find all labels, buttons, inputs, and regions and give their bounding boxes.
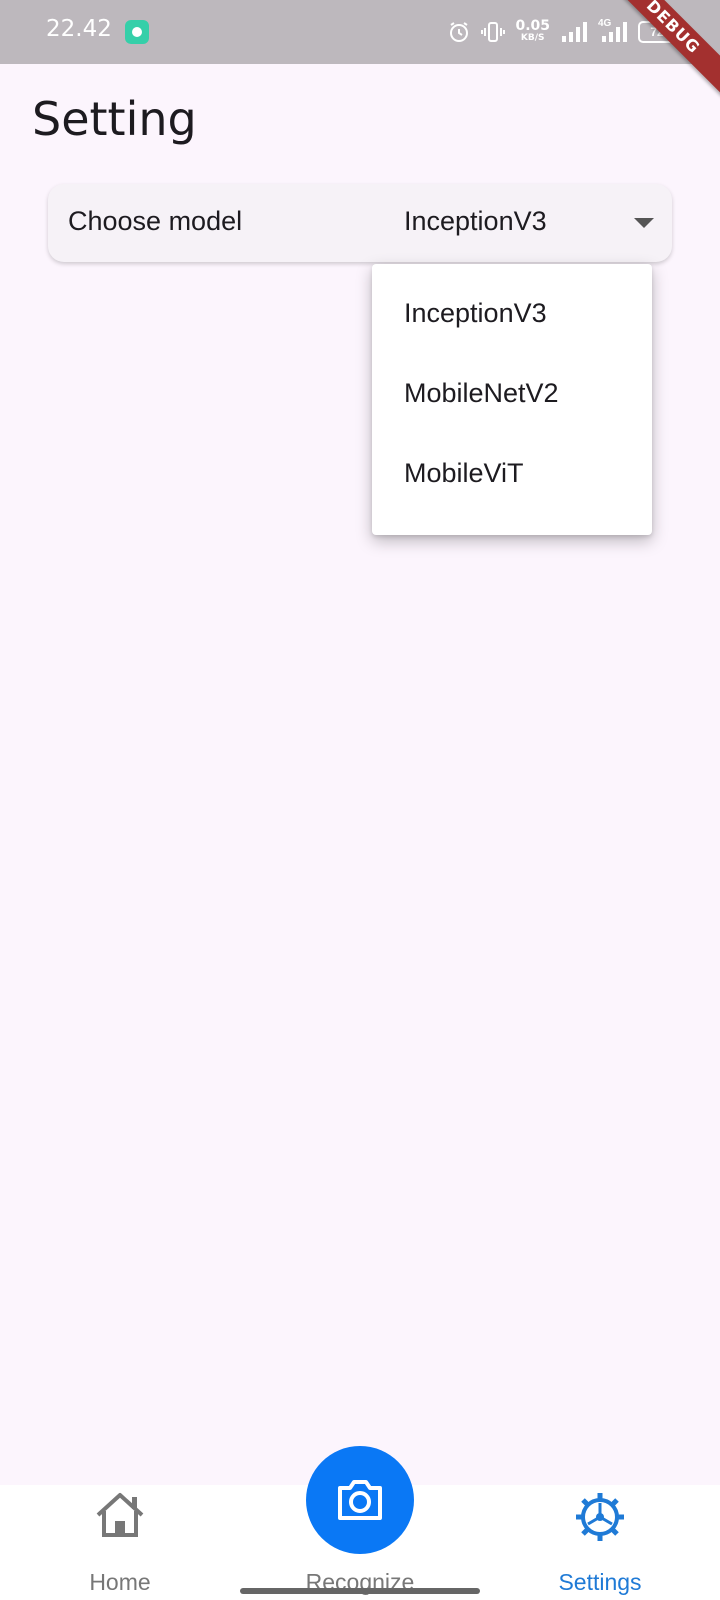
- model-option-label: MobileViT: [404, 458, 524, 488]
- home-indicator[interactable]: [240, 1588, 480, 1594]
- model-option-mobilenetv2[interactable]: MobileNetV2: [372, 354, 652, 434]
- app-notification-icon: [125, 20, 149, 44]
- nav-home-label: Home: [89, 1569, 151, 1595]
- choose-model-label: Choose model: [68, 206, 243, 236]
- status-time: 22.42: [46, 16, 112, 42]
- dropdown-arrow-icon: [634, 218, 654, 228]
- model-option-mobilevit[interactable]: MobileViT: [372, 434, 652, 514]
- model-option-label: InceptionV3: [404, 298, 547, 328]
- signal-4g-icon: 4G: [598, 18, 628, 44]
- status-bar: 22.42 0.05 KB/S 4G 72: [0, 0, 720, 64]
- model-setting-card: Choose model InceptionV3: [48, 184, 672, 262]
- nav-settings[interactable]: Settings: [520, 1485, 680, 1600]
- status-icons: 0.05 KB/S 4G 72: [447, 14, 676, 50]
- model-dropdown-menu: InceptionV3 MobileNetV2 MobileViT: [372, 264, 652, 535]
- model-dropdown-value: InceptionV3: [404, 206, 547, 236]
- model-option-inceptionv3[interactable]: InceptionV3: [372, 274, 652, 354]
- home-icon: [96, 1493, 144, 1537]
- nav-home[interactable]: Home: [40, 1485, 200, 1600]
- nav-settings-label: Settings: [558, 1569, 642, 1595]
- vibrate-icon: [481, 22, 506, 42]
- recognize-camera-button[interactable]: [306, 1446, 414, 1554]
- page-title: Setting: [32, 92, 197, 146]
- net-speed: 0.05 KB/S: [515, 19, 550, 44]
- settings-icon: [576, 1493, 624, 1541]
- alarm-icon: [450, 22, 469, 42]
- model-option-label: MobileNetV2: [404, 378, 559, 408]
- signal-icon: [562, 22, 587, 42]
- camera-icon: [338, 1480, 382, 1520]
- model-dropdown[interactable]: InceptionV3: [404, 198, 654, 248]
